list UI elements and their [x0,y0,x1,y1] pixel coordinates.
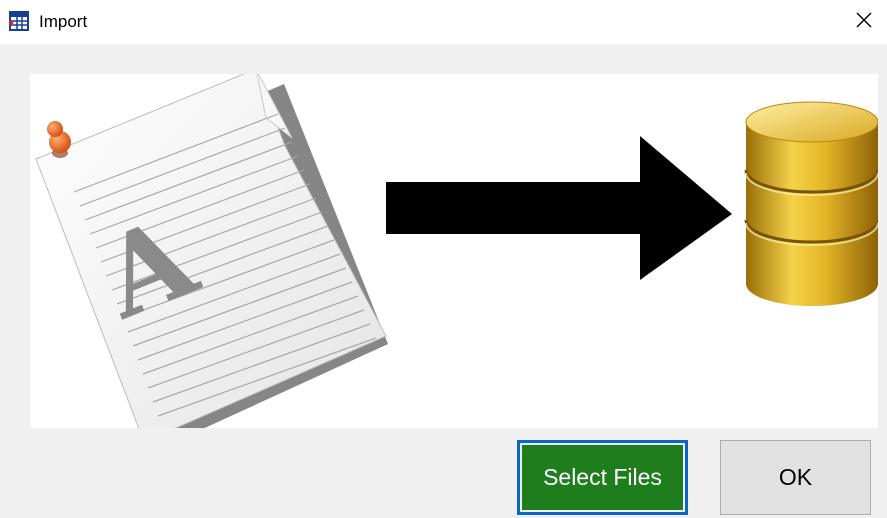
table-import-icon [9,11,29,31]
import-dialog: Import A Select Files OK [0,0,887,518]
document-icon: A [35,74,388,428]
dialog-body: A Select Files OK [0,44,887,518]
close-button[interactable] [841,0,887,44]
import-illustration: A [30,74,878,428]
ok-button[interactable]: OK [720,440,871,515]
window-title: Import [39,12,88,31]
select-files-button[interactable]: Select Files [517,440,688,515]
pushpin-icon [47,121,71,158]
right-arrow-icon [386,136,732,280]
database-icon [744,101,878,306]
title-bar: Import [0,0,887,44]
close-icon [856,12,872,33]
